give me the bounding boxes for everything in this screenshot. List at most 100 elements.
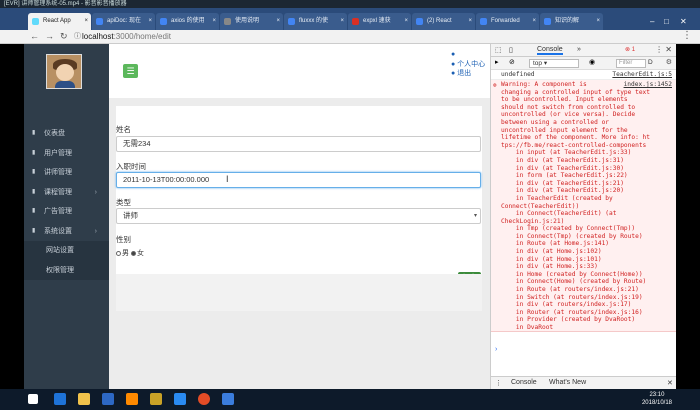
sidebar-item-label: 权限管理 [46, 266, 74, 274]
tab-usage[interactable]: 使用说明 × [220, 13, 283, 30]
sidebar-item-permissions[interactable]: 权限管理 [24, 260, 109, 280]
tab-flux[interactable]: fluxxx 的使 × [284, 13, 347, 30]
tab-forwarded[interactable]: Forwarded × [476, 13, 539, 30]
tab-react2[interactable]: (2) React × [412, 13, 475, 30]
filter-input[interactable]: Filter [616, 59, 646, 68]
gear-icon[interactable]: ⚙ [666, 58, 672, 66]
menu-toggle-icon[interactable]: ☰ [123, 64, 138, 78]
device-icon[interactable]: ▯ [509, 46, 513, 54]
avatar [46, 54, 82, 89]
teacher-icon: ▮ [32, 169, 36, 175]
gender-radio-male[interactable] [116, 250, 121, 256]
close-icon[interactable]: × [596, 13, 600, 30]
close-window-icon[interactable]: ✕ [680, 17, 687, 26]
windows-taskbar: 23:10 2018/10/18 [0, 389, 700, 410]
edge-icon[interactable] [54, 393, 66, 405]
vlc-icon[interactable] [126, 393, 138, 405]
drawer-menu-icon[interactable]: ⋮ [495, 379, 502, 387]
sidebar-item-teachers[interactable]: ▮ 讲师管理 [24, 163, 109, 183]
close-icon[interactable]: × [468, 13, 472, 30]
tab-axios[interactable]: axios 的使用 × [156, 13, 219, 30]
chevron-down-icon: ▾ [473, 213, 477, 219]
level-select[interactable]: D [648, 59, 653, 66]
store-icon[interactable] [102, 393, 114, 405]
sidebar-item-users[interactable]: ▮ 用户管理 [24, 144, 109, 164]
tab-knowledge[interactable]: 知识的解 × [540, 13, 603, 30]
tab-label: 知识的解 [555, 18, 580, 24]
page-icon [288, 18, 295, 25]
chrome-icon[interactable] [198, 393, 210, 405]
tab-apidoc[interactable]: apiDoc: 现在 × [92, 13, 155, 30]
app-icon[interactable] [174, 393, 186, 405]
drawer-tab-console[interactable]: Console [511, 379, 537, 386]
sidebar-item-site-settings[interactable]: 网站设置 [24, 241, 109, 261]
avatar-face [56, 64, 74, 81]
react-app: ▮ 仪表盘 ▮ 用户管理 ▮ 讲师管理 ▮ 课程管理 › ▮ 广告管理 ▮ 系统设置 › 网站设… [24, 44, 490, 389]
clear-console-icon[interactable]: ⊘ [509, 58, 515, 66]
sidebar-item-settings[interactable]: ▮ 系统设置 › [24, 222, 109, 242]
window-title: [EVR] 讲师管理系统-05.mp4 - 影音影音播放器 [4, 1, 127, 7]
chevron-right-icon: › [94, 227, 97, 235]
sidebar-item-dashboard[interactable]: ▮ 仪表盘 [24, 124, 109, 144]
context-select[interactable]: top ▾ [529, 59, 579, 68]
tab-label: apiDoc: 现在 [107, 18, 142, 24]
drawer-tab-whats-new[interactable]: What's New [549, 379, 586, 386]
console-prompt[interactable]: › [495, 346, 497, 353]
sublime-icon[interactable] [150, 393, 162, 405]
forward-icon[interactable]: → [45, 31, 54, 41]
reload-icon[interactable]: ↻ [60, 31, 68, 42]
close-icon[interactable]: × [212, 13, 216, 30]
gender-radio-group: 男 女 [116, 248, 144, 258]
tab-react-app[interactable]: React App × [28, 13, 91, 30]
tab-expxl[interactable]: expxl 速获 × [348, 13, 411, 30]
tab-label: expxl 速获 [363, 18, 391, 24]
maximize-icon[interactable]: □ [664, 17, 669, 26]
sidebar-menu: ▮ 仪表盘 ▮ 用户管理 ▮ 讲师管理 ▮ 课程管理 › ▮ 广告管理 ▮ 系统设置 › 网站设… [24, 124, 109, 280]
close-icon[interactable]: × [532, 13, 536, 30]
type-select[interactable]: 讲师 ▾ [116, 208, 481, 224]
sidebar: ▮ 仪表盘 ▮ 用户管理 ▮ 讲师管理 ▮ 课程管理 › ▮ 广告管理 ▮ 系统设置 › 网站设… [24, 44, 109, 389]
browser-tab-strip: React App × apiDoc: 现在 × axios 的使用 × 使用说明 × … [0, 8, 700, 30]
top-header: ☰ ● ● 个人中心 ● 退出 [109, 44, 490, 98]
minimize-icon[interactable]: – [650, 17, 654, 26]
close-icon[interactable]: × [276, 13, 280, 30]
eye-icon[interactable]: ◉ [589, 58, 595, 66]
more-icon[interactable]: ⋮ [682, 30, 692, 41]
close-icon[interactable]: × [148, 13, 152, 30]
close-icon[interactable]: × [84, 13, 88, 30]
error-count-badge[interactable]: ⊗ 1 [625, 46, 635, 53]
window-icon[interactable] [222, 393, 234, 405]
gender-male-label: 男 [122, 250, 129, 257]
page-icon [544, 18, 551, 25]
gender-female-label: 女 [136, 250, 144, 257]
inspect-icon[interactable]: ⬚ [495, 46, 502, 54]
user-icon[interactable]: ● [451, 50, 485, 60]
folder-icon[interactable] [78, 393, 90, 405]
gender-radio-female[interactable] [130, 250, 136, 256]
chevron-right-icon: › [94, 188, 97, 196]
url-field[interactable]: localhost:3000/home/edit [82, 31, 171, 43]
hire-date-field[interactable]: 2011-10-13T00:00:00.000 [116, 172, 481, 188]
devtools-close-icon[interactable]: ⋮ ✕ [655, 45, 672, 54]
close-icon[interactable]: × [340, 13, 344, 30]
tab-label: (2) React [427, 18, 452, 24]
more-tabs-icon[interactable]: » [577, 46, 581, 53]
sidebar-item-courses[interactable]: ▮ 课程管理 › [24, 183, 109, 203]
tab-label: Forwarded [491, 18, 520, 24]
sidebar-toggle-icon[interactable]: ▸ [495, 58, 499, 66]
start-icon[interactable] [28, 394, 38, 404]
drawer-close-icon[interactable]: ✕ [667, 379, 673, 387]
sidebar-item-ads[interactable]: ▮ 广告管理 [24, 202, 109, 222]
system-clock[interactable]: 23:10 2018/10/18 [642, 391, 672, 407]
logout-link[interactable]: ● 退出 [451, 69, 485, 79]
tab-label: axios 的使用 [171, 18, 205, 24]
profile-link[interactable]: ● 个人中心 [451, 60, 485, 70]
log-source-link[interactable]: TeacherEdit.js:5 [612, 71, 672, 78]
error-source-link[interactable]: index.js:1452 [624, 81, 672, 89]
tab-console[interactable]: Console [537, 46, 563, 55]
back-icon[interactable]: ← [30, 31, 39, 41]
info-icon[interactable]: ⓘ [74, 31, 81, 41]
page-icon [224, 18, 231, 25]
name-field[interactable]: 无需234 [116, 136, 481, 152]
close-icon[interactable]: × [404, 13, 408, 30]
